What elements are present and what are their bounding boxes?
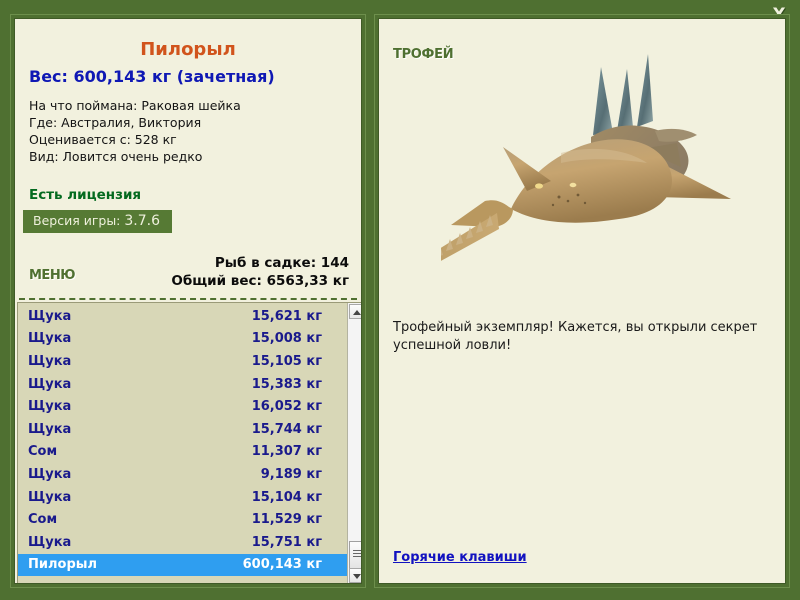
list-item-fish-name: Щука [28,466,72,482]
list-item-fish-name: Щука [28,489,72,505]
list-item-fish-name: Щука [28,534,72,550]
list-item-fish-weight: 9,189 кг [260,466,322,482]
list-item-fish-name: Щука [28,376,72,392]
menu-button[interactable]: МЕНЮ [29,268,75,283]
catch-info-panel: Пилорыл Вес: 600,143 кг (зачетная) На чт… [10,14,366,588]
keepnet-count: Рыб в садке: 144 [214,255,349,271]
game-window: X Пилорыл Вес: 600,143 кг (зачетная) На … [0,0,800,600]
list-item[interactable]: Щука 16,052 кг [18,395,347,418]
catch-detail-location: Где: Австралия, Виктория [29,115,202,130]
list-item-selected[interactable]: Пилорыл 600,143 кг [18,553,347,577]
list-item-fish-weight: 15,104 кг [251,489,322,505]
list-item-fish-weight: 11,307 кг [251,444,322,460]
grip-icon [353,550,361,551]
list-item-fish-weight: 15,008 кг [251,331,322,347]
list-item-fish-weight: 15,621 кг [251,308,322,324]
keepnet-stats: Рыб в садке: 144 Общий вес: 6563,33 кг [171,254,349,290]
list-item-fish-name: Щука [28,308,72,324]
list-item-fish-weight: 15,744 кг [251,421,322,437]
chevron-down-icon [353,574,361,579]
keepnet-total-weight: Общий вес: 6563,33 кг [171,273,349,289]
trophy-description: Трофейный экземпляр! Кажется, вы открыли… [393,320,758,353]
catch-detail-threshold: Оценивается с: 528 кг [29,132,177,147]
list-item-fish-weight: 15,383 кг [251,376,322,392]
list-item[interactable]: Щука 15,744 кг [18,418,347,441]
list-item-fish-name: Щука [28,399,72,415]
game-version-label: Версия игры: [33,213,121,228]
keepnet-list-container: Щука 15,621 кг Щука 15,008 кг Щука 15,105 кг Щ… [17,302,361,583]
list-item-fish-name: Щука [28,331,72,347]
list-item[interactable]: Щука 15,104 кг [18,486,347,509]
list-item-fish-name: Сом [28,512,58,528]
catch-info-panel-inner: Пилорыл Вес: 600,143 кг (зачетная) На чт… [14,18,362,584]
game-version-number: 3.7.6 [124,213,161,229]
scroll-up-button[interactable] [349,304,361,319]
trophy-panel-inner: ТРОФЕЙ Трофейный экземпляр! Кажется, вы … [378,18,786,584]
catch-detail-bait: На что поймана: Раковая шейка [29,98,241,113]
list-item[interactable]: Щука 15,105 кг [18,350,347,373]
list-item-fish-name: Щука [28,421,72,437]
list-item-fish-name: Сом [28,444,58,460]
list-item-fish-weight: 15,751 кг [251,534,322,550]
list-item-fish-name: Пилорыл [28,557,98,573]
divider [19,298,357,300]
catch-detail-rarity: Вид: Ловится очень редко [29,149,203,164]
catch-details: На что поймана: Раковая шейка Где: Австр… [29,97,361,165]
list-item[interactable]: Щука 9,189 кг [18,463,347,486]
license-status: Есть лицензия [29,187,142,203]
list-item[interactable]: Щука 15,751 кг [18,531,347,554]
catch-weight: Вес: 600,143 кг (зачетная) [29,67,275,86]
game-version-badge: Версия игры: 3.7.6 [23,210,173,233]
keepnet-list[interactable]: Щука 15,621 кг Щука 15,008 кг Щука 15,105 кг Щ… [18,303,347,583]
list-item[interactable]: Сом 11,307 кг [18,441,347,464]
scroll-down-button[interactable] [349,568,361,583]
list-item-fish-weight: 15,105 кг [251,353,322,369]
hotkeys-link[interactable]: Горячие клавиши [393,550,527,565]
list-scrollbar[interactable] [347,303,361,583]
trophy-panel: ТРОФЕЙ Трофейный экземпляр! Кажется, вы … [374,14,790,588]
page-title: Пилорыл [140,39,236,60]
list-item-fish-weight: 11,529 кг [251,512,322,528]
chevron-up-icon [353,310,361,315]
scrollbar-thumb[interactable] [349,541,361,569]
list-item-fish-weight: 16,052 кг [251,399,322,415]
list-item[interactable]: Щука 15,383 кг [18,373,347,396]
list-item-fish-weight: 600,143 кг [242,557,322,573]
list-item-fish-name: Щука [28,353,72,369]
list-item[interactable]: Щука 15,008 кг [18,328,347,351]
list-item[interactable]: Щука 15,621 кг [18,305,347,328]
sawfish-trophy-image [441,54,731,261]
list-item[interactable]: Сом 11,529 кг [18,508,347,531]
